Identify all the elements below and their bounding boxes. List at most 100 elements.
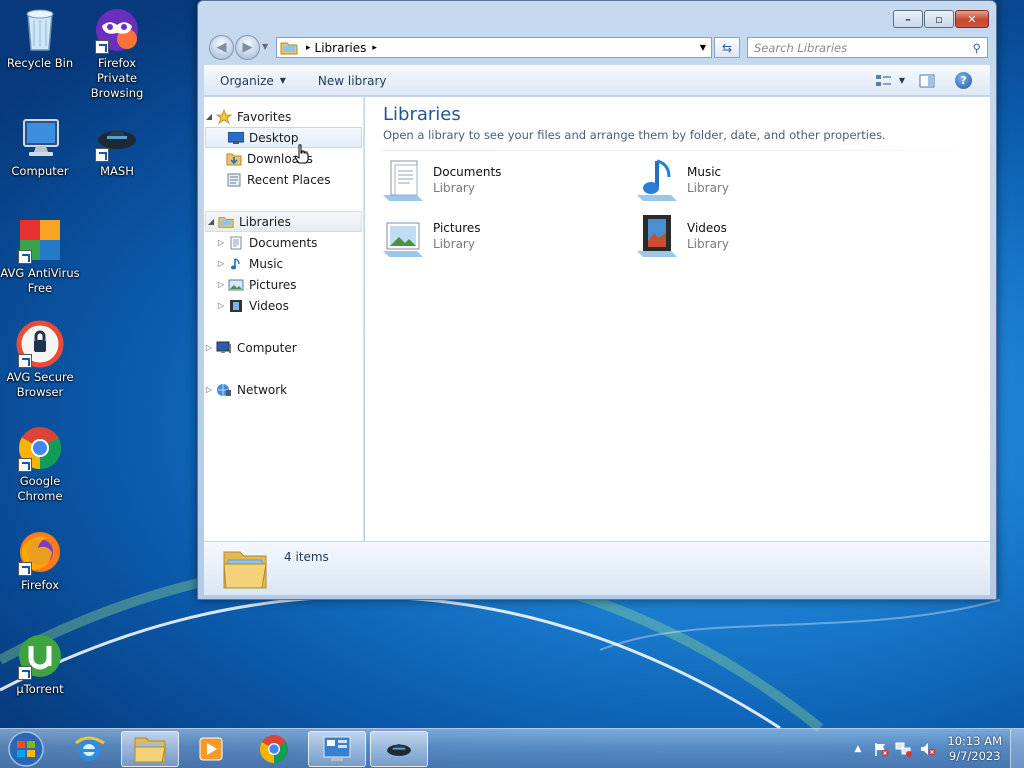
taskbar-media-player[interactable] [182,731,240,767]
desktop-icon-recycle-bin[interactable]: Recycle Bin [0,6,80,71]
help-button[interactable]: ? [955,72,972,89]
navigation-pane: ◢ Favorites Desktop Downloads Recent Pla… [204,97,364,541]
star-icon [216,108,232,124]
organize-button[interactable]: Organize ▼ [204,74,302,88]
explorer-window[interactable]: – ▫ ✕ ◀ ▶ ▼ ▸ Libraries ▸ ▼ ⇆ Search Lib… [197,0,997,600]
library-item-music[interactable]: Music Library [633,157,853,205]
desktop-icon-utorrent[interactable]: µTorrent [0,632,80,697]
libraries-folder-icon [280,41,298,55]
nav-libraries[interactable]: ◢ Libraries [205,211,362,232]
library-item-documents[interactable]: Documents Library [379,157,599,205]
refresh-button[interactable]: ⇆ [714,37,740,58]
action-center-flag-icon[interactable] [873,741,889,757]
network-status-icon[interactable] [895,741,913,757]
address-bar[interactable]: ▸ Libraries ▸ ▼ [276,37,712,58]
shortcut-arrow-icon [18,666,32,680]
hand-cursor-icon [294,144,310,167]
expanded-arrow-icon[interactable]: ◢ [206,217,216,226]
start-button[interactable] [4,730,48,768]
collapsed-arrow-icon[interactable]: ▷ [216,238,226,247]
nav-music[interactable]: ▷ Music [204,253,362,274]
nav-favorites[interactable]: ◢ Favorites [204,106,362,127]
taskbar-internet-explorer[interactable] [60,731,118,767]
nav-documents[interactable]: ▷ Documents [204,232,362,253]
address-crumb-arrow[interactable]: ▸ [372,43,377,53]
nav-downloads[interactable]: Downloads [204,148,362,169]
desktop-icon-computer[interactable]: Computer [0,114,80,179]
desktop-icon-firefox[interactable]: Firefox [0,528,80,593]
recent-pages-dropdown[interactable]: ▼ [262,42,268,51]
mash-taskbar-icon [387,744,411,756]
address-dropdown-icon[interactable]: ▼ [700,43,706,52]
network-icon [216,383,232,397]
search-icon[interactable]: ⚲ [973,41,981,55]
music-library-icon [633,157,681,205]
videos-library-icon [633,213,681,261]
chevron-down-icon: ▼ [898,76,905,85]
forward-button[interactable]: ▶ [235,35,260,60]
desktop-icon-avg-secure-browser[interactable]: AVG Secure Browser [0,320,80,400]
details-pane: 4 items [204,541,990,595]
library-item-videos[interactable]: Videos Library [633,213,853,261]
video-film-icon [228,299,244,313]
collapsed-arrow-icon[interactable]: ▷ [216,301,226,310]
collapsed-arrow-icon[interactable]: ▷ [204,343,214,352]
collapsed-arrow-icon[interactable]: ▷ [204,385,214,394]
desktop-icon-avg-antivirus[interactable]: AVG AntiVirus Free [0,216,80,296]
downloads-folder-icon [226,152,242,166]
nav-pictures[interactable]: ▷ Pictures [204,274,362,295]
nav-network[interactable]: ▷ Network [204,379,362,400]
show-hidden-icons-button[interactable]: ▲ [854,744,861,754]
taskbar-control-panel[interactable] [308,731,366,767]
nav-computer[interactable]: ▷ Computer [204,337,362,358]
new-library-button[interactable]: New library [302,74,403,88]
search-input[interactable]: Search Libraries [754,41,847,55]
shortcut-arrow-icon [18,458,32,472]
close-button[interactable]: ✕ [955,10,989,28]
library-item-pictures[interactable]: Pictures Library [379,213,599,261]
collapsed-arrow-icon[interactable]: ▷ [216,259,226,268]
desktop-icon-firefox-private[interactable]: Firefox Private Browsing [77,6,157,101]
collapsed-arrow-icon[interactable]: ▷ [216,280,226,289]
chrome-icon [16,424,64,472]
preview-pane-button[interactable] [919,74,935,88]
computer-small-icon [216,341,232,355]
minimize-button[interactable]: – [893,10,923,28]
volume-muted-icon[interactable] [919,741,937,757]
preview-pane-icon [919,74,935,87]
nav-videos[interactable]: ▷ Videos [204,295,362,316]
nav-desktop[interactable]: Desktop [205,127,362,148]
libraries-large-icon [222,546,268,593]
address-crumb-libraries[interactable]: Libraries [315,41,367,55]
show-desktop-button[interactable] [1010,729,1024,768]
recycle-bin-icon [16,6,64,54]
expanded-arrow-icon[interactable]: ◢ [204,112,214,121]
system-clock[interactable]: 10:13 AM 9/7/2023 [947,734,1002,764]
windows-logo-icon [8,731,44,767]
change-view-button[interactable]: ▼ [875,74,905,88]
address-separator[interactable]: ▸ [306,43,311,53]
chevron-down-icon: ▼ [279,76,286,85]
system-tray: ▲ 10:13 AM 9/7/2023 [854,729,1024,768]
maximize-button[interactable]: ▫ [924,10,954,28]
folder-icon [134,737,166,763]
desktop-icon-google-chrome[interactable]: Google Chrome [0,424,80,504]
control-panel-icon [323,736,351,761]
chrome-taskbar-icon [259,735,289,763]
back-button[interactable]: ◀ [209,35,234,60]
shortcut-arrow-icon [18,354,32,368]
desktop-icon-mash[interactable]: MASH [77,114,157,179]
pictures-icon [228,278,244,292]
taskbar-windows-explorer[interactable] [121,731,179,767]
mash-icon [93,114,141,162]
computer-icon [16,114,64,162]
item-count: 4 items [284,550,329,564]
pictures-library-icon [379,213,427,261]
shortcut-arrow-icon [18,562,32,576]
search-box[interactable]: Search Libraries ⚲ [747,37,988,58]
taskbar-mash[interactable] [370,731,428,767]
shortcut-arrow-icon [95,40,109,54]
nav-recent-places[interactable]: Recent Places [204,169,362,190]
help-icon: ? [960,74,967,87]
taskbar-google-chrome[interactable] [245,731,303,767]
